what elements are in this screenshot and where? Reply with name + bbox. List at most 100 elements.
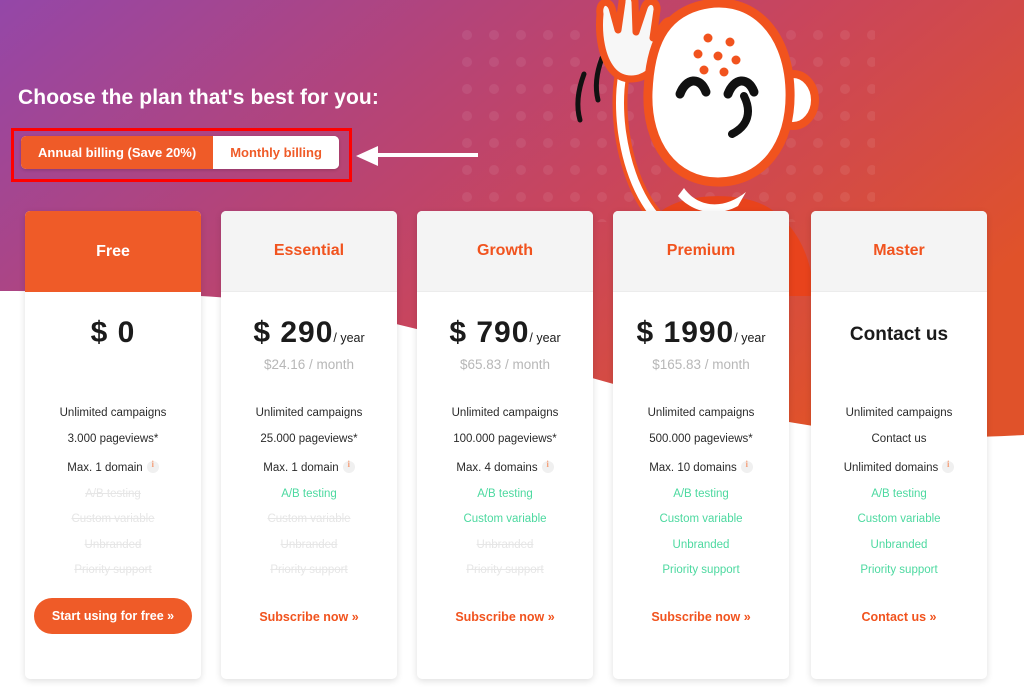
info-icon[interactable]: [541, 460, 554, 474]
feature-item: Priority support: [417, 558, 593, 584]
feature-label: Priority support: [860, 564, 938, 577]
feature-label: Unbranded: [84, 538, 142, 551]
feature-label: 500.000 pageviews*: [649, 432, 753, 445]
feature-label: Unbranded: [476, 538, 534, 551]
feature-label: Unlimited campaigns: [255, 407, 363, 420]
feature-label: Custom variable: [267, 513, 351, 526]
page-title: Choose the plan that's best for you:: [18, 86, 379, 109]
plan-name: Master: [811, 211, 987, 293]
feature-list: Unlimited campaigns 100.000 pageviews* Max…: [417, 397, 593, 584]
feature-item: 25.000 pageviews*: [221, 427, 397, 453]
feature-label: Custom variable: [857, 513, 941, 526]
feature-label: 3.000 pageviews*: [67, 432, 159, 445]
cta-area: Start using for free »: [25, 584, 201, 679]
feature-label: Custom variable: [659, 513, 743, 526]
feature-label: A/B testing: [871, 487, 927, 500]
cta-area: Subscribe now »: [221, 584, 397, 679]
feature-item: Priority support: [811, 558, 987, 584]
price-period: / year: [734, 331, 766, 346]
feature-item: Max. 1 domain: [221, 452, 397, 482]
plan-cta-button[interactable]: Subscribe now »: [451, 598, 558, 636]
feature-item: Unbranded: [613, 533, 789, 559]
feature-label: A/B testing: [85, 487, 141, 500]
feature-item: Priority support: [613, 558, 789, 584]
feature-label: Contact us: [871, 432, 927, 445]
price-amount: $ 1990/ year: [613, 316, 789, 350]
price-block: $ 790/ year $65.83 / month: [417, 292, 593, 397]
billing-toggle[interactable]: Annual billing (Save 20%) Monthly billin…: [21, 136, 339, 169]
toggle-annual-billing[interactable]: Annual billing (Save 20%): [21, 136, 214, 169]
toggle-monthly-billing[interactable]: Monthly billing: [213, 136, 339, 169]
price-value: $ 790: [449, 316, 530, 350]
feature-item: Unlimited campaigns: [613, 401, 789, 427]
feature-label: 25.000 pageviews*: [260, 432, 358, 445]
feature-label: A/B testing: [477, 487, 533, 500]
plan-cta-button[interactable]: Subscribe now »: [255, 598, 362, 636]
feature-list: Unlimited campaigns 500.000 pageviews* Max…: [613, 397, 789, 584]
price-period: / year: [529, 331, 561, 346]
pricing-card: Growth $ 790/ year $65.83 / month Unlimited…: [417, 211, 593, 679]
plan-name: Premium: [613, 211, 789, 293]
feature-item: Unlimited campaigns: [25, 401, 201, 427]
feature-item: Max. 1 domain: [25, 452, 201, 482]
cta-area: Subscribe now »: [613, 584, 789, 679]
cta-area: Subscribe now »: [417, 584, 593, 679]
price-block: $ 1990/ year $165.83 / month: [613, 292, 789, 397]
info-icon[interactable]: [146, 460, 159, 474]
feature-label: Priority support: [270, 564, 348, 577]
price-value: $ 0: [90, 316, 136, 350]
feature-item: Custom variable: [613, 507, 789, 533]
feature-list: Unlimited campaigns 25.000 pageviews* Max.…: [221, 397, 397, 584]
feature-label: 100.000 pageviews*: [453, 432, 557, 445]
feature-label: Priority support: [466, 564, 544, 577]
feature-item: A/B testing: [613, 482, 789, 508]
contact-price: Contact us: [849, 324, 949, 346]
feature-label: Unlimited domains: [843, 462, 939, 475]
feature-item: 500.000 pageviews*: [613, 427, 789, 453]
feature-item: Unbranded: [25, 533, 201, 559]
price-monthly-equivalent: $24.16 / month: [263, 357, 355, 373]
feature-item: Custom variable: [417, 507, 593, 533]
feature-item: Unlimited campaigns: [221, 401, 397, 427]
plan-cta-button[interactable]: Subscribe now »: [647, 598, 754, 636]
feature-item: Max. 10 domains: [613, 452, 789, 482]
feature-item: Custom variable: [221, 507, 397, 533]
plan-cta-button[interactable]: Start using for free »: [33, 597, 193, 634]
feature-label: Max. 1 domain: [263, 462, 339, 475]
feature-item: Max. 4 domains: [417, 452, 593, 482]
info-icon[interactable]: [942, 460, 955, 474]
feature-item: 100.000 pageviews*: [417, 427, 593, 453]
plan-name: Free: [25, 211, 201, 293]
feature-list: Unlimited campaigns Contact us Unlimited d…: [811, 397, 987, 584]
feature-list: Unlimited campaigns 3.000 pageviews* Max. …: [25, 397, 201, 584]
price-value: $ 1990: [636, 316, 735, 350]
feature-item: Unbranded: [221, 533, 397, 559]
info-icon[interactable]: [342, 460, 355, 474]
plan-cta-button[interactable]: Contact us »: [857, 598, 940, 636]
price-monthly-equivalent: $165.83 / month: [652, 357, 750, 373]
feature-item: Contact us: [811, 427, 987, 453]
feature-item: Priority support: [221, 558, 397, 584]
feature-label: A/B testing: [673, 487, 729, 500]
price-block: $ 290/ year $24.16 / month: [221, 292, 397, 397]
feature-item: A/B testing: [25, 482, 201, 508]
feature-item: Custom variable: [811, 507, 987, 533]
pricing-card: Essential $ 290/ year $24.16 / month Unlimi…: [221, 211, 397, 679]
price-amount: $ 790/ year: [417, 316, 593, 350]
feature-label: Unlimited campaigns: [451, 407, 559, 420]
feature-item: Unbranded: [417, 533, 593, 559]
info-icon[interactable]: [740, 460, 753, 474]
price-value: $ 290: [253, 316, 334, 350]
plan-name: Growth: [417, 211, 593, 293]
feature-item: Custom variable: [25, 507, 201, 533]
annotation-arrow-icon: [352, 142, 482, 175]
feature-label: A/B testing: [281, 487, 337, 500]
plan-name: Essential: [221, 211, 397, 293]
feature-label: Unlimited campaigns: [647, 407, 755, 420]
feature-item: Unlimited campaigns: [811, 401, 987, 427]
feature-label: Priority support: [74, 564, 152, 577]
feature-label: Priority support: [662, 564, 740, 577]
feature-label: Custom variable: [463, 513, 547, 526]
cta-area: Contact us »: [811, 584, 987, 679]
pricing-card: Premium $ 1990/ year $165.83 / month Unlimi…: [613, 211, 789, 679]
